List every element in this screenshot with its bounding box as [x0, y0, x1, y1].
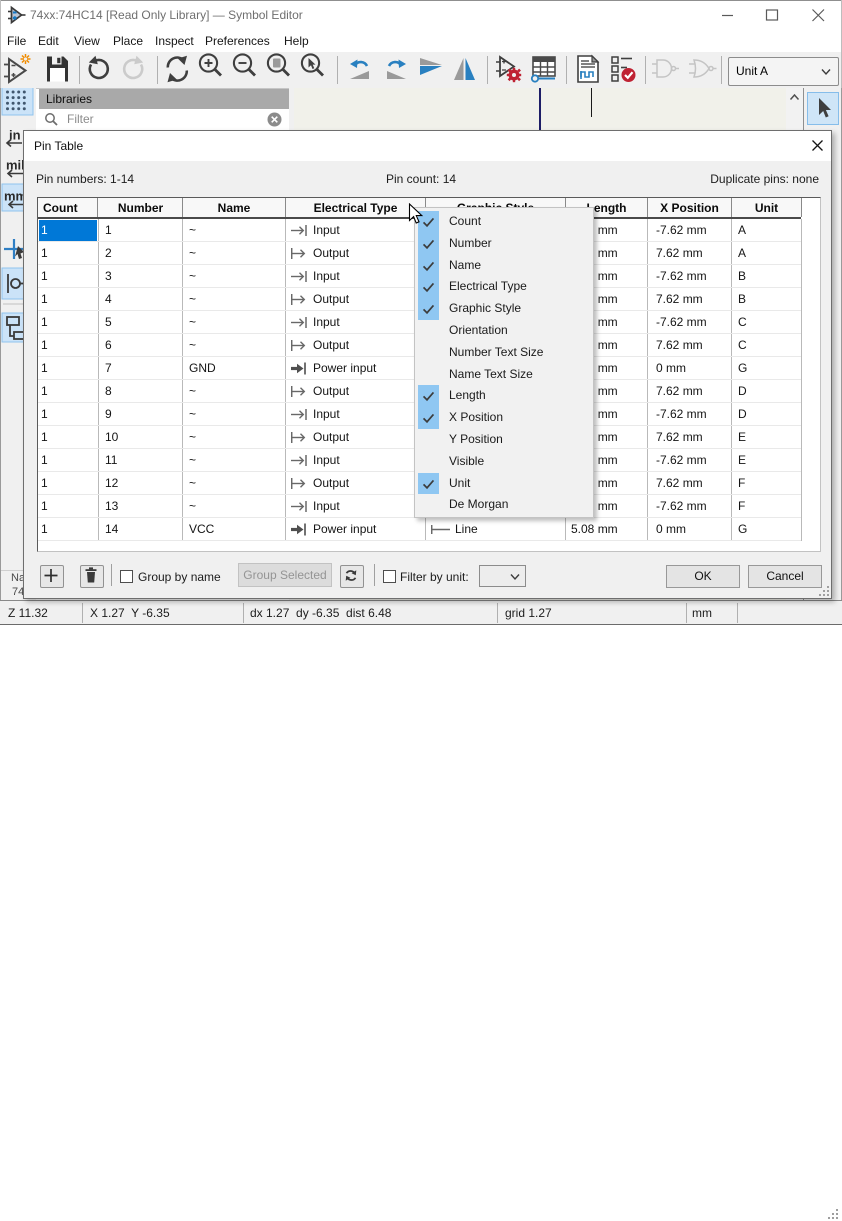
- svg-text:mil: mil: [6, 158, 25, 173]
